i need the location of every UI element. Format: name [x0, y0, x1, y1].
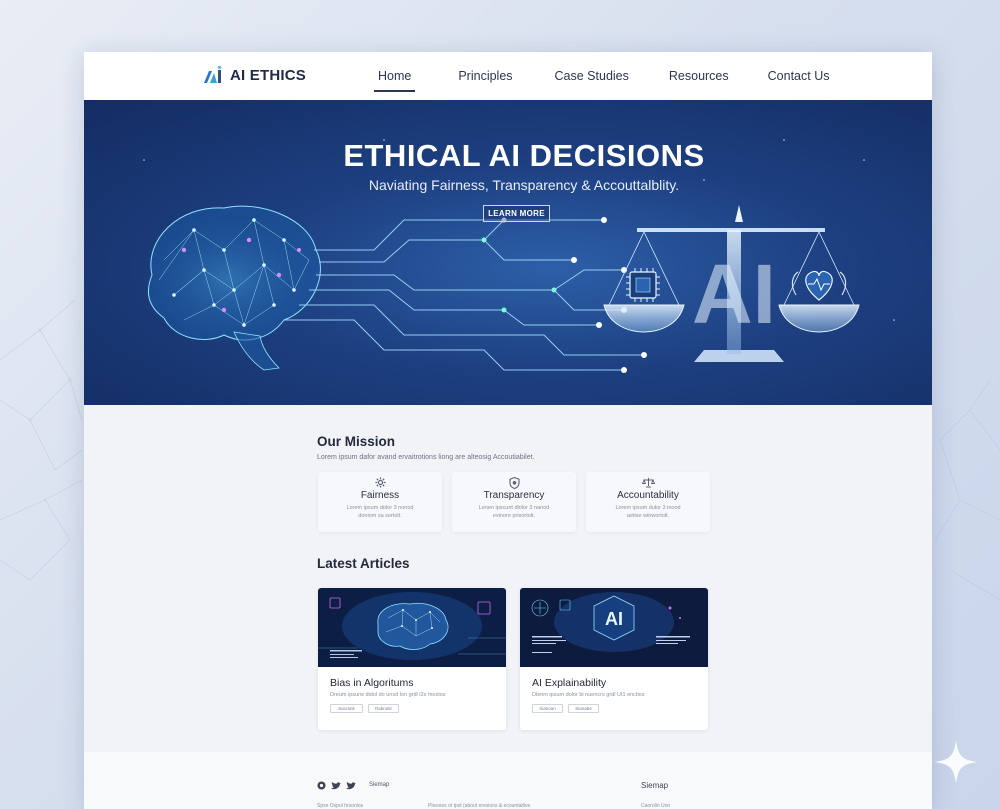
balance-scale-icon: AI	[603, 205, 860, 362]
github-icon[interactable]	[317, 781, 326, 790]
learn-more-button[interactable]: LEARN MORE	[483, 205, 550, 222]
footer-link[interactable]: Plesvies ot tpst (about eresions & ecoun…	[428, 803, 530, 809]
heart-icon	[791, 270, 847, 301]
brand-logo[interactable]: AI ETHICS	[202, 65, 306, 85]
ai-logo-icon	[204, 65, 222, 83]
article-tag[interactable]: Sacrank	[330, 704, 363, 713]
nav-resources[interactable]: Resources	[669, 52, 729, 100]
card-description: Lorem ipsum dolor 3 nonod doniom sa sort…	[346, 505, 414, 519]
website-page: AI ETHICS Home Principles Case Studies R…	[84, 52, 932, 809]
circuit-lines	[284, 219, 644, 371]
card-description: Lenen ipscunt dlolor 3 nanod exinore pri…	[478, 505, 550, 519]
hero-subtitle: Naviating Fairness, Transparency & Accou…	[368, 177, 680, 193]
top-navbar: AI ETHICS Home Principles Case Studies R…	[84, 52, 932, 100]
brand-name: AI ETHICS	[230, 66, 306, 84]
twitter-icon[interactable]	[346, 781, 356, 790]
card-description: Lorem ipsum dulor 3 inood aetise wiirwor…	[615, 505, 681, 519]
balance-icon	[641, 478, 655, 488]
article-title: Bias in Algoritums	[330, 677, 414, 689]
article-description: Dlenm ipsum dolor bi nuencrs grdl Ut1 en…	[532, 692, 645, 698]
article-tag[interactable]: Sianoan	[532, 704, 563, 713]
card-title: Transparency	[483, 490, 545, 501]
mission-card-transparency[interactable]: Transparency Lenen ipscunt dlolor 3 nano…	[452, 472, 576, 532]
nav-home[interactable]: Home	[373, 52, 416, 100]
shield-icon	[508, 477, 520, 489]
sparkle-icon	[934, 740, 978, 784]
footer-sitemap-link-right[interactable]: Siemap	[641, 781, 668, 790]
chip-icon	[626, 268, 660, 302]
article-image-ai: AI	[520, 588, 708, 667]
article-tag[interactable]: Rabnotir	[368, 704, 399, 713]
brain-icon	[139, 205, 321, 371]
svg-text:AI: AI	[605, 609, 623, 629]
scale-ai-letters: AI	[692, 247, 776, 341]
card-title: Fairness	[360, 490, 400, 501]
nav-menu: Home Principles Case Studies Resources C…	[362, 52, 829, 100]
mission-card-fairness[interactable]: Fairness Lorem ipsum dolor 3 nonod donio…	[318, 472, 442, 532]
twitter-icon[interactable]	[331, 781, 341, 790]
footer-link[interactable]: Caorolin Uon	[641, 803, 670, 809]
gear-icon	[374, 477, 386, 488]
article-card-explainability[interactable]: AI AI Explainability Dlenm ipsum dolor b…	[520, 588, 708, 730]
nav-principles[interactable]: Principles	[458, 52, 512, 100]
mission-heading: Our Mission	[317, 434, 396, 449]
ai-chip-icon: AI	[593, 595, 635, 641]
article-tag[interactable]: Sianabe	[568, 704, 599, 713]
footer-sitemap-link-left[interactable]: Siemap	[369, 782, 389, 788]
card-title: Accountability	[617, 490, 679, 501]
hero-banner: AI ETHICAL AI DECISIONS Naviating Fairne…	[84, 100, 932, 405]
social-links	[317, 781, 356, 790]
page-footer: Siemap Siemap Spsn Ospol hrsonios Plesvi…	[84, 752, 932, 809]
article-title: AI Explainability	[532, 677, 607, 689]
nav-case-studies[interactable]: Case Studies	[555, 52, 629, 100]
article-description: Dreum ipsurw didol do unsd lon grdl i2s …	[330, 692, 446, 698]
hero-title: ETHICAL AI DECISIONS	[343, 138, 705, 173]
footer-link[interactable]: Spsn Ospol hrsonios	[317, 803, 363, 809]
mission-card-accountability[interactable]: Accountability Lorem ipsum dulor 3 inood…	[586, 472, 710, 532]
article-card-bias[interactable]: Bias in Algoritums Dreum ipsurw didol do…	[318, 588, 506, 730]
article-image-brain	[318, 588, 506, 667]
mission-description: Lorem ipsum dafor avand ervaitrotions li…	[317, 454, 535, 461]
articles-heading: Latest Articles	[317, 556, 410, 571]
nav-contact-us[interactable]: Contact Us	[768, 52, 830, 100]
